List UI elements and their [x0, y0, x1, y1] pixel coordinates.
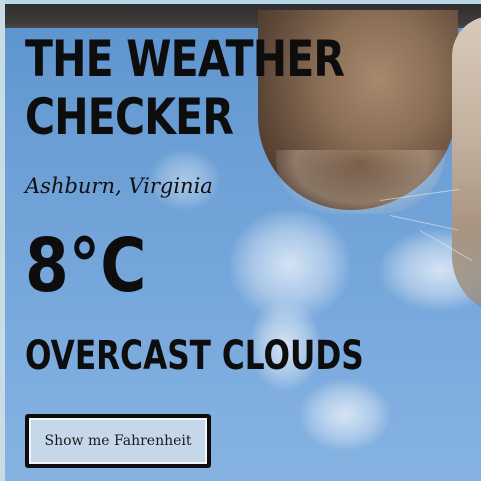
weather-card: THE WEATHER CHECKER Ashburn, Virginia 8°…	[25, 30, 465, 468]
app-title: THE WEATHER CHECKER	[25, 30, 435, 146]
whisker	[389, 215, 459, 231]
location-label: Ashburn, Virginia	[25, 174, 213, 198]
top-edge	[0, 0, 481, 4]
app-title-line1: THE WEATHER	[25, 30, 345, 88]
cat-fur-highlight	[276, 150, 446, 214]
cloud	[300, 380, 390, 450]
app-title-line2: CHECKER	[25, 88, 234, 146]
show-fahrenheit-button[interactable]: Show me Fahrenheit	[25, 414, 211, 468]
temperature-value: 8°C	[25, 223, 147, 309]
weather-condition: OVERCAST CLOUDS	[25, 333, 364, 379]
weather-app-page: THE WEATHER CHECKER Ashburn, Virginia 8°…	[0, 0, 481, 481]
left-edge	[0, 0, 5, 481]
